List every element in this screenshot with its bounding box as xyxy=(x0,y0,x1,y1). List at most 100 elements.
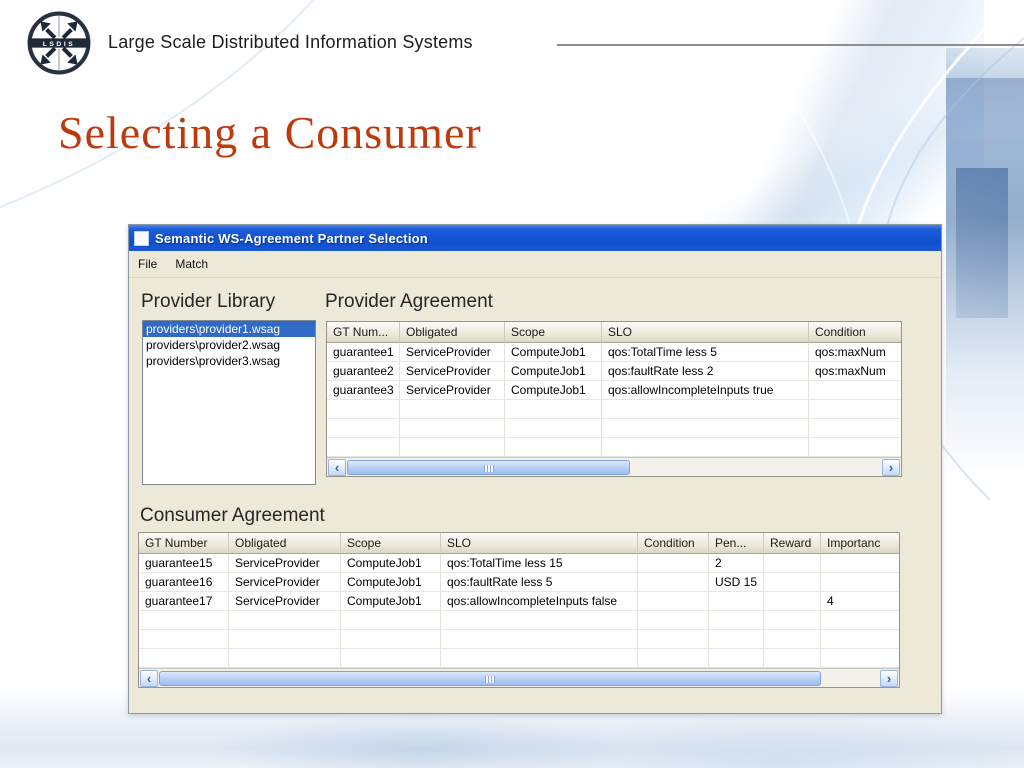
column-header-obligated[interactable]: Obligated xyxy=(400,322,505,343)
table-cell xyxy=(638,573,709,592)
table-cell xyxy=(441,611,638,630)
column-header-gt-num[interactable]: GT Num... xyxy=(327,322,400,343)
table-cell: qos:maxNum xyxy=(809,362,901,381)
table-cell xyxy=(602,419,809,438)
table-cell: 2 xyxy=(709,554,764,573)
table-row[interactable]: guarantee17 ServiceProvider ComputeJob1 qos… xyxy=(139,592,899,611)
table-row[interactable]: guarantee15 ServiceProvider ComputeJob1 qos… xyxy=(139,554,899,573)
table-cell: ServiceProvider xyxy=(400,381,505,400)
table-cell xyxy=(709,592,764,611)
column-header-reward[interactable]: Reward xyxy=(764,533,821,554)
table-header-row: GT Num... Obligated Scope SLO Condition xyxy=(327,322,901,343)
table-cell xyxy=(341,630,441,649)
scroll-right-button[interactable]: › xyxy=(880,669,898,687)
table-row[interactable] xyxy=(139,630,899,649)
table-cell xyxy=(821,611,899,630)
table-cell xyxy=(341,611,441,630)
scroll-track[interactable] xyxy=(159,670,879,686)
logo-text: LSDIS xyxy=(43,41,76,48)
column-header-slo[interactable]: SLO xyxy=(441,533,638,554)
table-cell xyxy=(441,630,638,649)
menu-item-match[interactable]: Match xyxy=(166,253,217,275)
table-cell xyxy=(764,611,821,630)
table-cell: ServiceProvider xyxy=(229,573,341,592)
consumer-agreement-table: GT Number Obligated Scope SLO Condition Pen..… xyxy=(139,533,899,668)
background-right-strip-decoration xyxy=(946,48,1024,478)
table-cell xyxy=(709,611,764,630)
table-cell: qos:TotalTime less 15 xyxy=(441,554,638,573)
slide: LSDIS Large Scale Distributed Informatio… xyxy=(0,0,1024,768)
table-cell xyxy=(709,649,764,668)
app-window: Semantic WS-Agreement Partner Selection … xyxy=(128,224,942,714)
scroll-left-button[interactable]: ‹ xyxy=(140,669,158,687)
list-item[interactable]: providers\provider2.wsag xyxy=(143,337,315,353)
table-cell xyxy=(505,438,602,457)
table-cell xyxy=(764,554,821,573)
table-row[interactable]: guarantee3 ServiceProvider ComputeJob1 qos:… xyxy=(327,381,901,400)
consumer-agreement-heading: Consumer Agreement xyxy=(140,505,325,526)
scroll-left-icon: ‹ xyxy=(334,459,340,475)
table-cell xyxy=(229,649,341,668)
window-icon[interactable] xyxy=(134,230,149,246)
slide-header-label: Large Scale Distributed Information Syst… xyxy=(108,32,473,52)
table-cell xyxy=(400,419,505,438)
table-cell: qos:faultRate less 2 xyxy=(602,362,809,381)
table-row[interactable] xyxy=(139,611,899,630)
list-item[interactable]: providers\provider3.wsag xyxy=(143,353,315,369)
scroll-right-button[interactable]: › xyxy=(882,458,900,476)
table-cell: guarantee16 xyxy=(139,573,229,592)
table-cell xyxy=(327,438,400,457)
table-row[interactable] xyxy=(139,649,899,668)
provider-library-list[interactable]: providers\provider1.wsag providers\provid… xyxy=(142,320,316,485)
table-cell xyxy=(139,649,229,668)
column-header-slo[interactable]: SLO xyxy=(602,322,809,343)
table-cell xyxy=(341,649,441,668)
scroll-thumb[interactable] xyxy=(347,459,631,475)
table-cell xyxy=(638,630,709,649)
table-cell xyxy=(638,554,709,573)
column-header-scope[interactable]: Scope xyxy=(341,533,441,554)
column-header-importanc[interactable]: Importanc xyxy=(821,533,899,554)
scroll-track[interactable] xyxy=(347,459,881,475)
table-row[interactable] xyxy=(327,419,901,438)
table-cell xyxy=(139,630,229,649)
table-cell xyxy=(505,400,602,419)
table-cell: ComputeJob1 xyxy=(341,592,441,611)
list-item[interactable]: providers\provider1.wsag xyxy=(143,321,315,337)
table-cell: guarantee1 xyxy=(327,343,400,362)
column-header-condition[interactable]: Condition xyxy=(638,533,709,554)
consumer-hscroll: ‹ › xyxy=(139,668,899,687)
scroll-thumb[interactable] xyxy=(159,670,822,686)
table-cell xyxy=(821,554,899,573)
table-cell xyxy=(764,592,821,611)
table-cell: ServiceProvider xyxy=(229,592,341,611)
table-cell xyxy=(709,630,764,649)
table-cell: ServiceProvider xyxy=(400,343,505,362)
table-row[interactable]: guarantee16 ServiceProvider ComputeJob1 qos… xyxy=(139,573,899,592)
menu-item-file[interactable]: File xyxy=(129,253,166,275)
provider-library-heading: Provider Library xyxy=(141,291,276,312)
column-header-condition[interactable]: Condition xyxy=(809,322,901,343)
table-cell xyxy=(809,400,901,419)
table-row[interactable] xyxy=(327,400,901,419)
table-cell: guarantee15 xyxy=(139,554,229,573)
table-cell: USD 15 xyxy=(709,573,764,592)
provider-agreement-heading: Provider Agreement xyxy=(325,291,493,312)
column-header-obligated[interactable]: Obligated xyxy=(229,533,341,554)
table-cell: ComputeJob1 xyxy=(505,381,602,400)
table-cell: ComputeJob1 xyxy=(505,343,602,362)
table-cell xyxy=(809,381,901,400)
scroll-left-icon: ‹ xyxy=(146,670,152,686)
window-titlebar: Semantic WS-Agreement Partner Selection xyxy=(129,225,941,252)
table-cell: 4 xyxy=(821,592,899,611)
table-row[interactable] xyxy=(327,438,901,457)
column-header-pen[interactable]: Pen... xyxy=(709,533,764,554)
table-cell: ComputeJob1 xyxy=(341,573,441,592)
column-header-gt-number[interactable]: GT Number xyxy=(139,533,229,554)
scroll-left-button[interactable]: ‹ xyxy=(328,458,346,476)
table-cell: qos:maxNum xyxy=(809,343,901,362)
table-row[interactable]: guarantee1 ServiceProvider ComputeJob1 qos:… xyxy=(327,343,901,362)
table-header-row: GT Number Obligated Scope SLO Condition Pen..… xyxy=(139,533,899,554)
column-header-scope[interactable]: Scope xyxy=(505,322,602,343)
table-row[interactable]: guarantee2 ServiceProvider ComputeJob1 qos:… xyxy=(327,362,901,381)
